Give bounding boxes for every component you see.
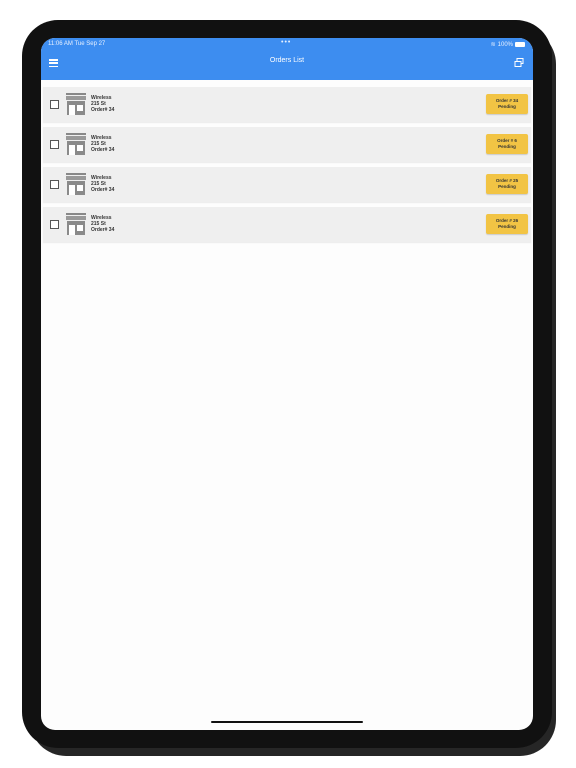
store-icon xyxy=(66,213,86,235)
badge-status: Pending xyxy=(498,224,516,229)
battery-icon xyxy=(515,42,525,47)
app-header: 11:06 AM Tue Sep 27 ••• ≋ 100% Orders Li… xyxy=(41,38,533,80)
order-number: Order# 34 xyxy=(91,107,115,113)
order-details: Wireless 215 St Order# 34 xyxy=(91,175,114,193)
order-details: Wireless 215 St Order# 34 xyxy=(91,135,114,153)
store-icon xyxy=(66,133,86,155)
order-row[interactable]: Wireless 215 St Order# 34 Order # 6 Pend… xyxy=(43,127,531,162)
order-number: Order# 34 xyxy=(91,187,115,193)
order-details: Wireless 215 St Order# 34 xyxy=(91,95,114,113)
order-status-badge[interactable]: Order # 25 Pending xyxy=(486,174,528,194)
page-title: Orders List xyxy=(269,57,305,64)
app-screen: 11:06 AM Tue Sep 27 ••• ≋ 100% Orders Li… xyxy=(41,38,533,730)
order-row[interactable]: Wireless 215 St Order# 34 Order # 34 Pen… xyxy=(43,87,531,122)
battery-percent: 100% xyxy=(497,41,513,48)
order-status-badge[interactable]: Order # 26 Pending xyxy=(486,214,528,234)
order-row[interactable]: Wireless 215 St Order# 34 Order # 26 Pen… xyxy=(43,207,531,242)
status-time: 11:06 AM Tue Sep 27 xyxy=(48,41,106,47)
order-status-badge[interactable]: Order # 6 Pending xyxy=(486,134,528,154)
status-indicators: ≋ 100% xyxy=(491,41,525,48)
badge-status: Pending xyxy=(498,104,516,109)
order-checkbox[interactable] xyxy=(50,140,59,149)
badge-status: Pending xyxy=(498,184,516,189)
store-icon xyxy=(66,173,86,195)
order-number: Order# 34 xyxy=(91,147,115,153)
order-checkbox[interactable] xyxy=(50,180,59,189)
multitasking-dots[interactable]: ••• xyxy=(281,39,291,46)
order-checkbox[interactable] xyxy=(50,100,59,109)
copy-icon[interactable] xyxy=(513,57,525,69)
store-icon xyxy=(66,93,86,115)
order-checkbox[interactable] xyxy=(50,220,59,229)
orders-list: Wireless 215 St Order# 34 Order # 34 Pen… xyxy=(43,87,531,247)
order-details: Wireless 215 St Order# 34 xyxy=(91,215,114,233)
home-indicator[interactable] xyxy=(211,721,363,723)
order-row[interactable]: Wireless 215 St Order# 34 Order # 25 Pen… xyxy=(43,167,531,202)
wifi-icon: ≋ xyxy=(490,42,496,48)
order-status-badge[interactable]: Order # 34 Pending xyxy=(486,94,528,114)
badge-status: Pending xyxy=(498,144,516,149)
order-number: Order# 34 xyxy=(91,227,115,233)
